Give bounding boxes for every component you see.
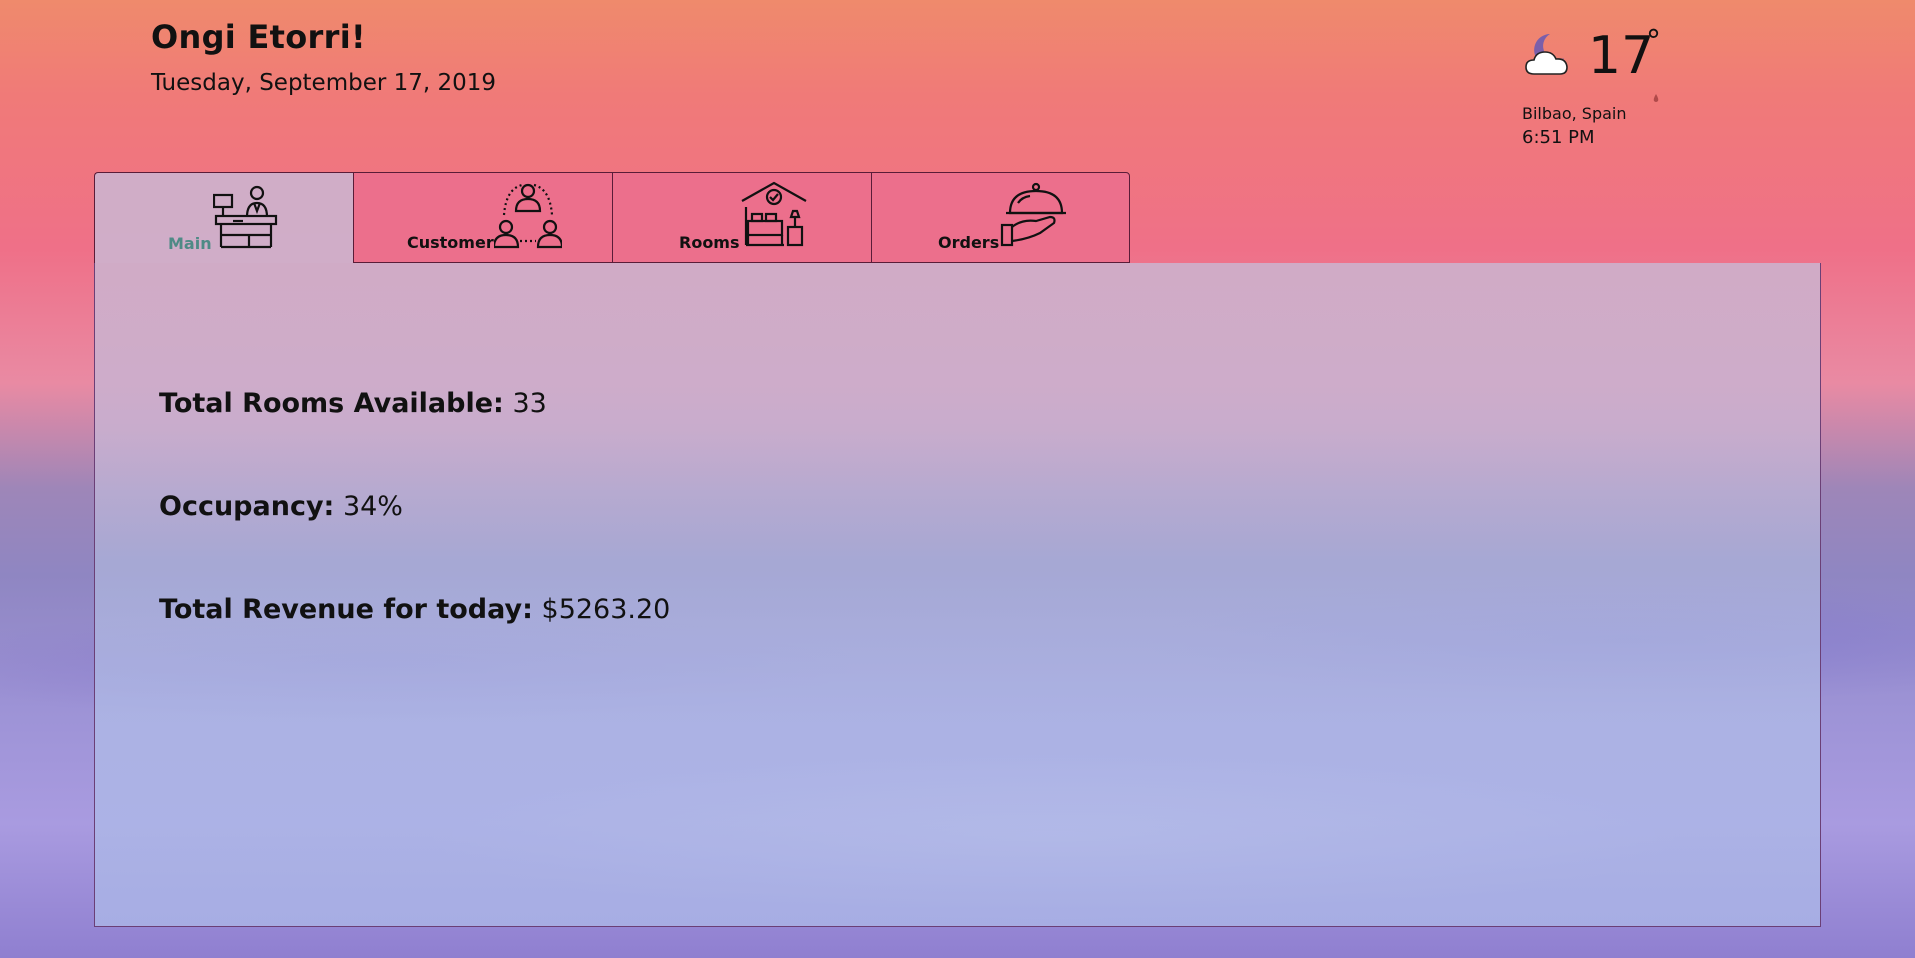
stat-rooms-available: Total Rooms Available: 33 xyxy=(159,388,547,419)
tab-customer-label: Customer xyxy=(407,233,494,252)
stat-occupancy-label: Occupancy: xyxy=(159,491,335,522)
stat-rooms-available-label: Total Rooms Available: xyxy=(159,388,504,419)
current-date: Tuesday, September 17, 2019 xyxy=(151,70,497,96)
stat-revenue-label: Total Revenue for today: xyxy=(159,594,533,625)
tab-orders-label: Orders xyxy=(938,233,1000,252)
welcome-heading: Ongi Etorri! xyxy=(151,18,366,56)
reception-desk-icon xyxy=(212,181,279,255)
customer-group-icon xyxy=(492,181,564,255)
weather-widget: 17 ° Bilbao, Spain 6:51 PM xyxy=(1520,22,1670,152)
stat-occupancy-value: 34% xyxy=(342,491,403,522)
weather-time: 6:51 PM xyxy=(1522,127,1595,148)
stat-occupancy: Occupancy: 34% xyxy=(159,491,403,522)
temperature-value: 17 xyxy=(1588,26,1655,86)
tab-rooms-label: Rooms xyxy=(679,233,740,252)
weather-location: Bilbao, Spain xyxy=(1522,104,1627,123)
moon-cloud-icon xyxy=(1520,28,1582,82)
tab-orders[interactable]: Orders xyxy=(871,172,1130,263)
tab-main[interactable]: Main xyxy=(94,172,353,263)
hotel-room-icon xyxy=(740,181,808,255)
stat-rooms-available-value: 33 xyxy=(512,388,547,419)
stat-revenue: Total Revenue for today: $5263.20 xyxy=(159,594,670,625)
tab-customer[interactable]: Customer xyxy=(353,172,612,263)
degree-symbol: ° xyxy=(1646,24,1661,59)
tab-rooms[interactable]: Rooms xyxy=(612,172,871,263)
raindrop-icon xyxy=(1653,88,1659,102)
tab-main-label: Main xyxy=(168,234,212,253)
main-content-panel: Total Rooms Available: 33 Occupancy: 34%… xyxy=(94,263,1821,927)
main-tab-bar: Main Customer Rooms Orders xyxy=(94,172,1130,263)
room-service-cloche-icon xyxy=(1000,181,1068,255)
stat-revenue-value: $5263.20 xyxy=(541,594,671,625)
